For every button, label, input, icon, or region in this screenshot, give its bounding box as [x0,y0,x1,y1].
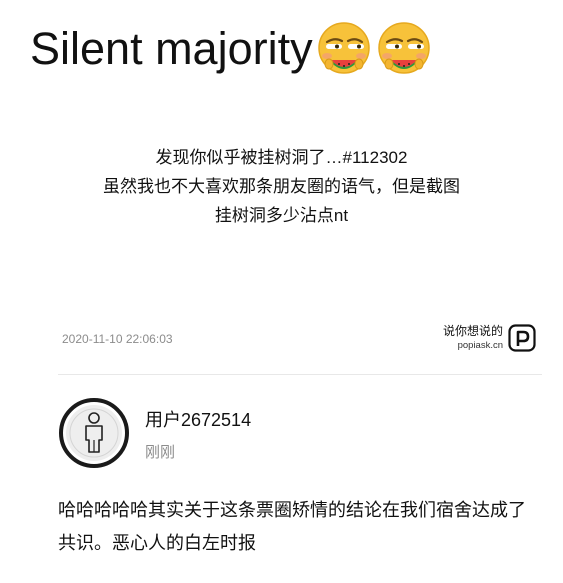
post-meta: 2020-11-10 22:06:03 说你想说的 popiask.cn [62,320,540,360]
post-line: 发现你似乎被挂树洞了…#112302 [155,148,408,167]
post-line: 虽然我也不大喜欢那条朋友圈的语气，但是截图 [103,177,460,196]
brand-name: 说你想说的 [442,324,503,338]
comment-time: 刚刚 [145,444,176,461]
page-title: Silent majority [30,23,313,74]
comment-username[interactable]: 用户2672514 [145,406,251,432]
brand-url: popiask.cn [457,340,503,351]
user-avatar-icon [59,398,129,468]
brand-text: 说你想说的 popiask.cn [443,323,503,353]
header: Silent majority [30,18,433,80]
popiask-logo-icon [508,324,536,352]
divider [58,374,542,375]
post-line: 挂树洞多少沾点nt [214,206,349,225]
post-body: 发现你似乎被挂树洞了…#112302 虽然我也不大喜欢那条朋友圈的语气，但是截图… [0,143,563,230]
watermelon-face-emoji-icon [315,20,373,78]
brand-badge[interactable]: 说你想说的 popiask.cn [443,323,536,353]
watermelon-face-emoji-icon [375,20,433,78]
avatar[interactable] [59,398,129,468]
comment-text: 哈哈哈哈哈其实关于这条票圈矫情的结论在我们宿舍达成了共识。恶心人的白左时报 [58,500,526,553]
post-timestamp: 2020-11-10 22:06:03 [62,332,173,346]
